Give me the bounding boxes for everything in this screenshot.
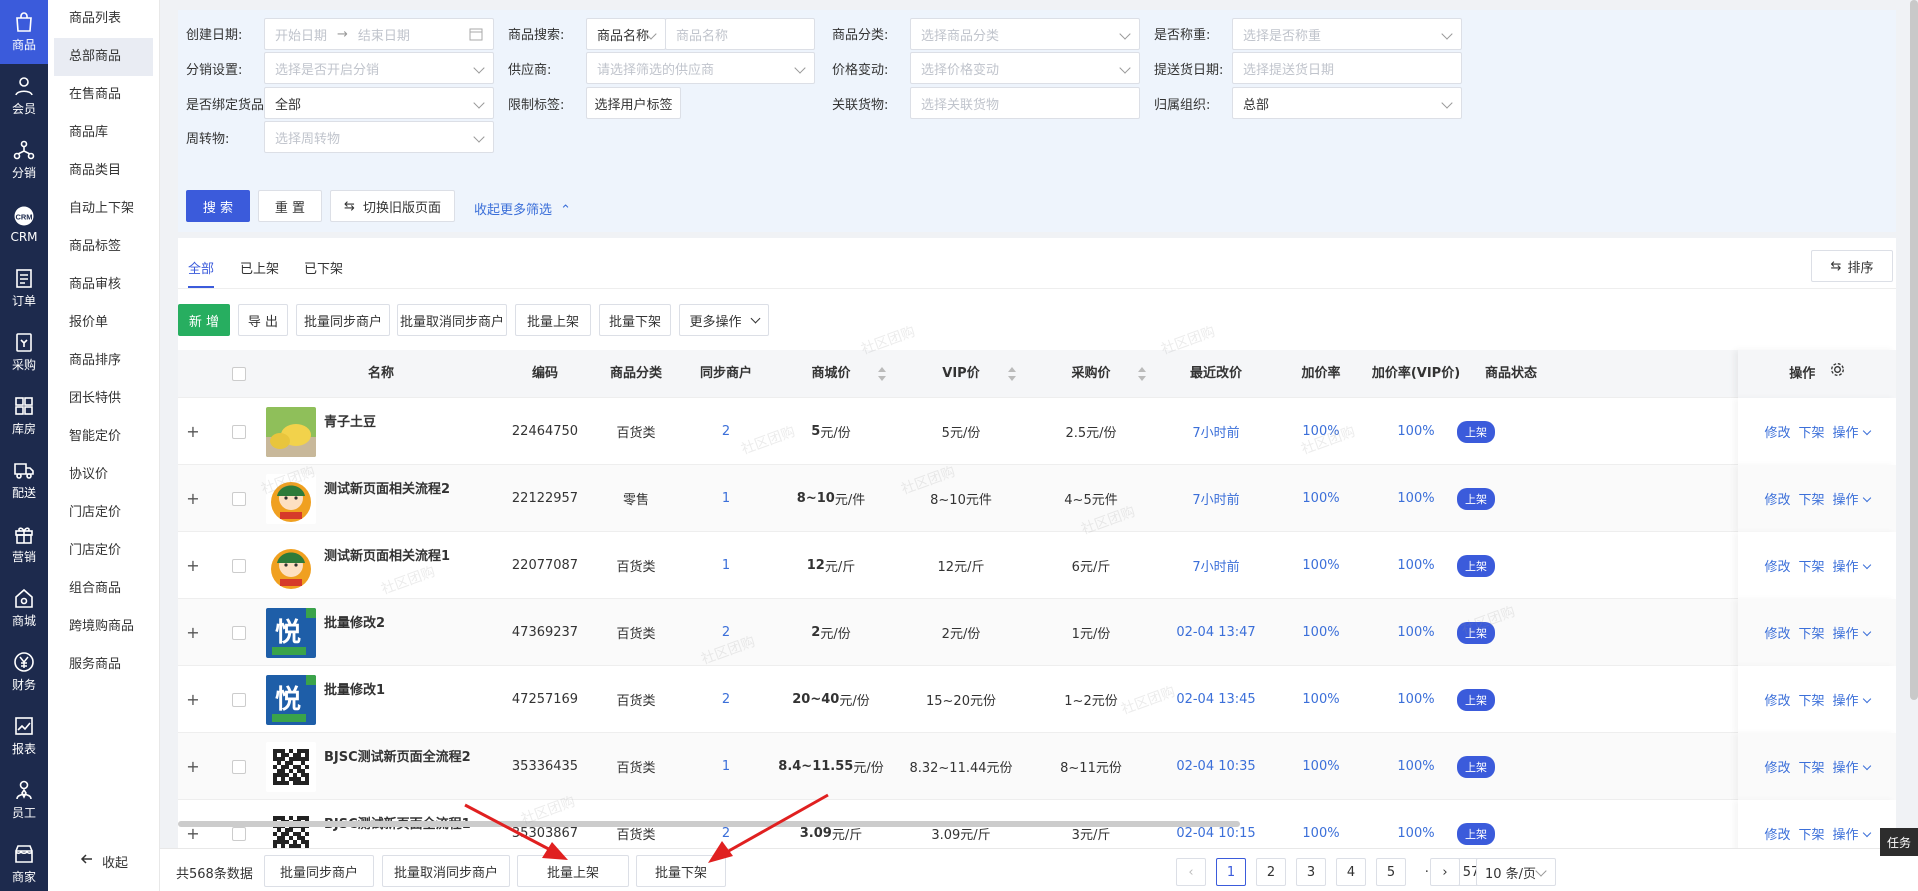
- annotation-arrows: [464, 793, 829, 863]
- app-window: 商品 会员 分销 CRM CRM 订单 采购 库房 配送 营销 商城 财务 报表 员工 商家 商品列表 总部商…: [0, 0, 1918, 891]
- annotation-arrow-2: [708, 793, 829, 863]
- annotation-arrow-1: [464, 803, 568, 860]
